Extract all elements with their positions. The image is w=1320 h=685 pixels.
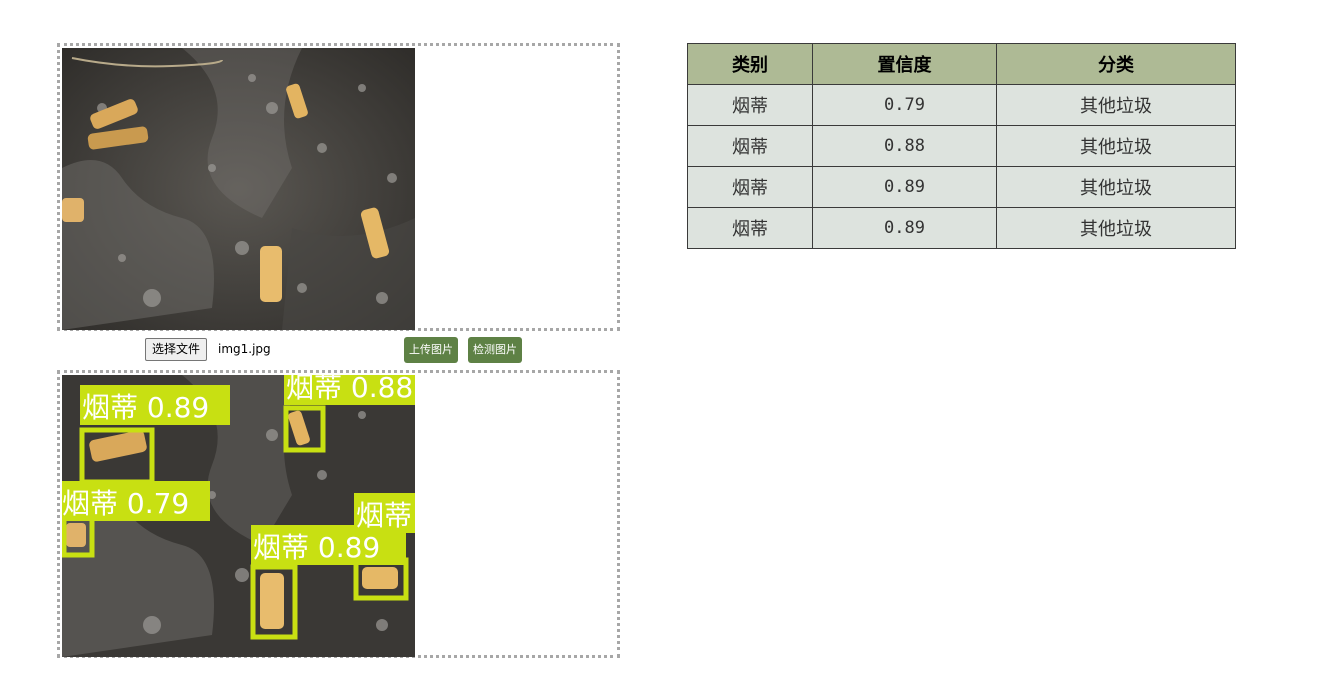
detection-image: 烟蒂 0.89 烟蒂 0.88 烟蒂 0.79 烟蒂 0.89 烟蒂 0.89: [62, 375, 415, 657]
table-header-row: 类别 置信度 分类: [687, 43, 1236, 85]
original-image: [62, 48, 415, 330]
upload-controls: 选择文件 img1.jpg 上传图片 检测图片: [145, 337, 565, 363]
cell-category: 烟蒂: [687, 84, 813, 126]
upload-image-button[interactable]: 上传图片: [404, 337, 458, 363]
cell-confidence: 0.89: [812, 166, 997, 208]
table-row: 烟蒂 0.88 其他垃圾: [687, 125, 1236, 167]
detection-label: 烟蒂 0.89: [82, 391, 209, 424]
table-row: 烟蒂 0.79 其他垃圾: [687, 84, 1236, 126]
column-header-confidence: 置信度: [812, 43, 997, 85]
detect-image-button[interactable]: 检测图片: [468, 337, 522, 363]
detection-label: 烟蒂 0.89: [356, 499, 415, 532]
table-row: 烟蒂 0.89 其他垃圾: [687, 207, 1236, 249]
detection-image-frame: 烟蒂 0.89 烟蒂 0.88 烟蒂 0.79 烟蒂 0.89 烟蒂 0.89: [57, 370, 620, 658]
cell-confidence: 0.88: [812, 125, 997, 167]
cell-confidence: 0.89: [812, 207, 997, 249]
detection-label: 烟蒂 0.88: [286, 375, 413, 404]
cell-classification: 其他垃圾: [996, 166, 1236, 208]
cell-category: 烟蒂: [687, 166, 813, 208]
detection-label: 烟蒂 0.79: [62, 487, 189, 520]
column-header-classification: 分类: [996, 43, 1236, 85]
cell-classification: 其他垃圾: [996, 84, 1236, 126]
cell-category: 烟蒂: [687, 125, 813, 167]
original-image-frame: [57, 43, 620, 331]
choose-file-button[interactable]: 选择文件: [145, 338, 208, 361]
detection-results-table: 类别 置信度 分类 烟蒂 0.79 其他垃圾 烟蒂 0.88 其他垃圾 烟蒂 0…: [687, 43, 1236, 249]
cell-classification: 其他垃圾: [996, 207, 1236, 249]
cell-classification: 其他垃圾: [996, 125, 1236, 167]
detection-label: 烟蒂 0.89: [253, 531, 380, 564]
selected-file-name: img1.jpg: [218, 342, 271, 356]
cell-category: 烟蒂: [687, 207, 813, 249]
cell-confidence: 0.79: [812, 84, 997, 126]
table-row: 烟蒂 0.89 其他垃圾: [687, 166, 1236, 208]
column-header-category: 类别: [687, 43, 813, 85]
